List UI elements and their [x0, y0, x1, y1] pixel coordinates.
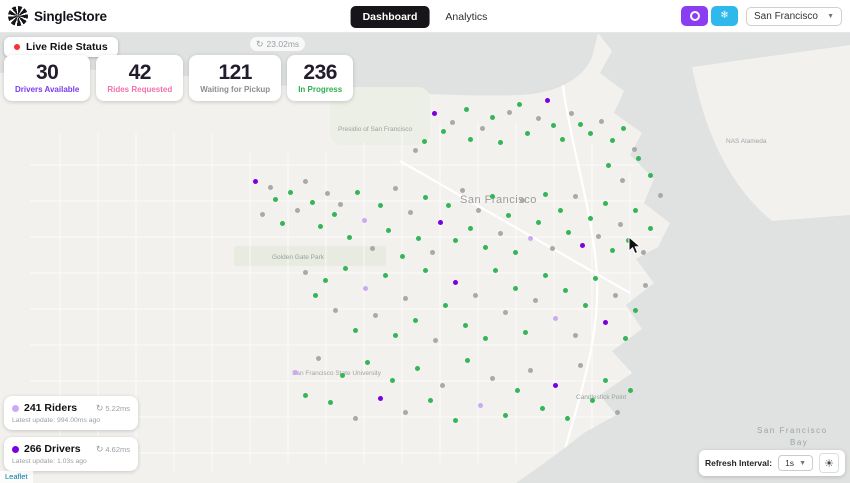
map-label-candlestick: Candlestick Point [576, 394, 626, 401]
ride-dashboard-app: San Francisco Presidio of San Francisco … [0, 0, 850, 483]
brightness-toggle-button[interactable]: ☀ [819, 453, 839, 473]
refresh-interval-select[interactable]: 1s ▼ [778, 455, 813, 471]
singlestore-source-button[interactable] [681, 6, 708, 26]
driver-dot-icon [12, 445, 19, 453]
map-label-ggpark: Golden Gate Park [272, 254, 325, 261]
riders-legend-card: 241 Riders ↻ 5.22ms Latest update: 994.0… [4, 396, 138, 430]
drivers-count: 266 Drivers [24, 443, 81, 455]
map-label-bay-line1: San Francisco [757, 426, 828, 435]
drivers-latency: ↻ 4.62ms [95, 443, 130, 454]
stats-row: 30 Drivers Available 42 Rides Requested … [4, 55, 354, 102]
map-label-alameda: NAS Alameda [726, 138, 767, 145]
stat-value: 42 [128, 61, 152, 84]
city-select[interactable]: San Francisco ▼ [746, 6, 842, 26]
map-latency-value: 23.02ms [266, 39, 300, 49]
map-attribution[interactable]: Leaflet [0, 471, 33, 483]
map-label-bay-line2: Bay [790, 438, 808, 447]
main-nav: Dashboard Analytics [350, 0, 500, 33]
refresh-icon: ↻ [95, 443, 104, 454]
top-bar: SingleStore Dashboard Analytics ❄ San Fr… [0, 0, 850, 33]
stat-card-in-progress: 236 In Progress [287, 55, 354, 102]
stat-card-waiting-for-pickup: 121 Waiting for Pickup [189, 55, 282, 102]
stat-label: Drivers Available [15, 85, 80, 95]
stat-label: In Progress [298, 85, 343, 95]
stat-card-drivers-available: 30 Drivers Available [4, 55, 91, 102]
tab-analytics[interactable]: Analytics [433, 6, 499, 28]
stat-label: Waiting for Pickup [200, 85, 271, 95]
singlestore-logo-icon [8, 6, 28, 26]
snowflake-source-button[interactable]: ❄ [711, 6, 738, 26]
city-select-value: San Francisco [754, 10, 818, 22]
map-latency-badge: ↻ 23.02ms [250, 37, 306, 51]
header-right: ❄ San Francisco ▼ [681, 6, 842, 26]
stat-value: 121 [218, 61, 252, 84]
map-label-presidio: Presidio of San Francisco [338, 126, 412, 133]
tab-dashboard[interactable]: Dashboard [350, 5, 430, 28]
brand-name: SingleStore [34, 8, 107, 24]
drivers-legend-card: 266 Drivers ↻ 4.62ms Latest update: 1.03… [4, 437, 138, 471]
refresh-icon: ↻ [256, 38, 264, 49]
refresh-interval-label: Refresh Interval: [704, 458, 773, 468]
data-source-toggle: ❄ [681, 6, 738, 26]
live-dot-icon [14, 44, 20, 50]
riders-count: 241 Riders [24, 402, 78, 414]
singlestore-source-icon [689, 11, 700, 21]
stat-label: Rides Requested [107, 85, 173, 95]
drivers-latency-value: 4.62ms [105, 444, 130, 454]
sun-icon: ☀ [824, 457, 834, 470]
riders-latency: ↻ 5.22ms [95, 402, 130, 413]
live-ride-status-label: Live Ride Status [26, 41, 108, 53]
chevron-down-icon: ▼ [827, 12, 834, 20]
chevron-down-icon: ▼ [799, 459, 806, 467]
refresh-interval-value: 1s [785, 458, 795, 468]
stat-value: 30 [35, 61, 59, 84]
riders-latency-value: 5.22ms [105, 403, 130, 413]
refresh-interval-control: Refresh Interval: 1s ▼ ☀ [698, 450, 845, 476]
map-label-sfsu: San Francisco State University [292, 370, 382, 377]
map-label-city: San Francisco [460, 194, 537, 206]
live-ride-status: Live Ride Status [4, 37, 118, 57]
drivers-last-update: Latest update: 1.03s ago [12, 458, 87, 465]
brand: SingleStore [8, 6, 107, 26]
refresh-icon: ↻ [95, 402, 104, 413]
stat-card-rides-requested: 42 Rides Requested [96, 55, 184, 102]
stat-value: 236 [303, 61, 337, 84]
snowflake-icon: ❄ [720, 10, 729, 21]
riders-last-update: Latest update: 994.00ms ago [12, 417, 101, 424]
rider-dot-icon [12, 404, 19, 412]
